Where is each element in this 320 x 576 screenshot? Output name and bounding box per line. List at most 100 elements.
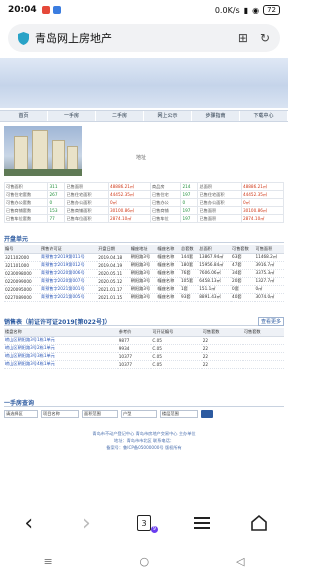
layout-select[interactable]: 户型 — [121, 410, 157, 418]
stats-label: 已售商铺套数 — [3, 206, 49, 215]
project-photo[interactable] — [4, 126, 82, 176]
table-row[interactable]: 崂山区朝阳路3号4栋1单元 10377 C.05 22 — [4, 360, 284, 369]
tabs-button[interactable]: 3 9 — [129, 508, 159, 538]
forward-arrow-icon[interactable]: › — [71, 508, 101, 538]
new-home-query: 一手房查询 请选择区 项目名称 面积范围 户型 楼层范围 — [4, 398, 284, 418]
nav-item-downloads[interactable]: 下载中心 — [240, 111, 288, 121]
table-cell: 3916.7㎡ — [254, 261, 284, 270]
table-cell[interactable]: 青预售字2019第011号 — [39, 253, 98, 262]
column-header: 总面积 — [198, 245, 232, 254]
table-cell: 7606.06㎡ — [198, 269, 232, 278]
table-row[interactable]: 0230098000 青预售字2020第006号 2020.05.11 朝阳路3号 幢座… — [4, 269, 284, 278]
main-nav: 首页 一手房 二手房 网上公示 步骤指南 下载中心 — [0, 110, 288, 122]
table-row[interactable]: 321101000 青预售字2019第012号 2019.04.19 朝阳路3号 幢座名… — [4, 261, 284, 270]
table-cell[interactable]: 青预售字2021第005号 — [39, 293, 98, 302]
page-title: 青岛网上房地产 — [35, 32, 112, 45]
table-cell: 幢座名称 — [156, 269, 181, 278]
view-more-button[interactable]: 查看更多 — [257, 316, 284, 326]
stats-value: 214 — [180, 182, 199, 191]
column-header: 参考价 — [117, 328, 152, 337]
recent-apps-icon[interactable]: ≡ — [43, 555, 52, 568]
table-cell: 144套 — [180, 253, 199, 262]
address-bar[interactable]: 青岛网上房地产 ⊞ ↻ — [8, 24, 280, 52]
floor-range-select[interactable]: 楼层范围 — [160, 410, 198, 418]
table-row[interactable]: 崂山区朝阳路3号1栋1单元 9877 C.05 22 — [4, 336, 284, 345]
stats-value: 48886.21㎡ — [107, 182, 151, 191]
stats-label: 已售商铺 — [149, 206, 182, 215]
nav-item-home[interactable]: 首页 — [0, 111, 48, 121]
browser-toolbar: ‹ › 3 9 — [0, 504, 288, 542]
home-icon[interactable] — [244, 508, 274, 538]
area-range-select[interactable]: 面积范围 — [82, 410, 118, 418]
search-icon[interactable] — [201, 410, 213, 418]
back-arrow-icon[interactable]: ‹ — [14, 508, 44, 538]
stats-row: 可售住宅套数 267 已售住宅面积 44452.35㎡ 已售住宅 197 已售住宅面积 444… — [3, 190, 285, 199]
refresh-icon[interactable]: ↻ — [260, 31, 270, 45]
table-cell: 朝阳路3号 — [129, 253, 157, 262]
table-cell[interactable]: 崂山区朝阳路3号3栋1单元 — [4, 352, 118, 361]
table-cell: 2019.04.18 — [97, 253, 130, 262]
table-cell: 朝阳路3号 — [129, 285, 157, 294]
table-cell: 0220099000 — [4, 277, 40, 286]
district-select[interactable]: 请选择区 — [4, 410, 38, 418]
table-cell: 10377 — [117, 352, 152, 361]
nav-item-resale[interactable]: 二手房 — [96, 111, 144, 121]
project-hero: 地址 — [4, 126, 284, 178]
nav-item-new-homes[interactable]: 一手房 — [48, 111, 96, 121]
table-cell: 105套 — [180, 277, 199, 286]
table-cell[interactable]: 崂山区朝阳路3号2栋1单元 — [4, 344, 118, 353]
stats-value: 77 — [47, 214, 66, 223]
table-row[interactable]: 0220099000 青预售字2020第007号 2020.05.12 朝阳路3号 幢座… — [4, 277, 284, 286]
stats-label: 已售面积 — [64, 182, 109, 191]
tabs-count: 3 — [141, 518, 147, 528]
stats-label: 可售面积 — [3, 182, 49, 191]
stats-value: 0㎡ — [107, 198, 151, 207]
table-cell[interactable]: 青预售字2020第006号 — [39, 269, 98, 278]
stats-value: 153 — [47, 206, 66, 215]
back-triangle-icon[interactable]: ◁ — [236, 555, 244, 568]
sales-section-title: 销售表（前证许可证2019[第022号]） — [4, 318, 111, 326]
home-circle-icon[interactable]: ○ — [140, 555, 150, 568]
table-cell: 幢座名称 — [156, 253, 181, 262]
table-cell: 幢座名称 — [156, 293, 181, 302]
nav-item-guide[interactable]: 步骤指南 — [192, 111, 240, 121]
table-cell: 0230098000 — [4, 269, 40, 278]
table-row[interactable]: 崂山区朝阳路3号3栋1单元 10377 C.05 22 — [4, 352, 284, 361]
stats-label: 已售车位套数 — [3, 214, 49, 223]
column-header: 编号 — [4, 245, 40, 254]
table-row[interactable]: 崂山区朝阳路3号2栋1单元 9934 C.05 22 — [4, 344, 284, 353]
stats-value: 44452.35㎡ — [240, 190, 285, 199]
tabs-badge: 9 — [150, 526, 158, 533]
table-cell: 朝阳路3号 — [129, 293, 157, 302]
table-cell: 1327.7㎡ — [254, 277, 284, 286]
stats-label: 已售商铺面积 — [64, 206, 109, 215]
table-cell[interactable]: 青预售字2019第012号 — [39, 261, 98, 270]
table-cell: 2021.01.15 — [97, 293, 130, 302]
cellular-signal-icon: ▮ — [243, 5, 249, 15]
menu-icon[interactable] — [187, 508, 217, 538]
table-cell[interactable]: 崂山区朝阳路3号4栋1单元 — [4, 360, 118, 369]
stats-label: 已售办公面积 — [64, 198, 109, 207]
table-cell — [242, 336, 284, 345]
table-cell: 朝阳路3号 — [129, 269, 157, 278]
table-row[interactable]: 0227089000 青预售字2021第005号 2021.01.15 朝阳路3号 幢座… — [4, 293, 284, 302]
table-cell: 22 — [201, 336, 243, 345]
table-cell[interactable]: 青预售字2021第001号 — [39, 285, 98, 294]
table-cell — [242, 352, 284, 361]
table-cell[interactable]: 崂山区朝阳路3号1栋1单元 — [4, 336, 118, 345]
table-cell: 3074.0㎡ — [254, 293, 284, 302]
project-name-input[interactable]: 项目名称 — [41, 410, 79, 418]
table-cell: 2021.01.17 — [97, 285, 130, 294]
stats-label: 已售住宅面积 — [64, 190, 109, 199]
table-cell: 0㎡ — [254, 285, 284, 294]
table-cell: 9877 — [117, 336, 152, 345]
bookmark-icon[interactable]: ⊞ — [238, 31, 248, 45]
table-row[interactable]: 0220095000 青预售字2021第001号 2021.01.17 朝阳路3号 幢座… — [4, 285, 284, 294]
table-cell[interactable]: 青预售字2020第007号 — [39, 277, 98, 286]
nfc-icon — [52, 6, 61, 14]
nav-item-public-notice[interactable]: 网上公示 — [144, 111, 192, 121]
stats-value: 2874.10㎡ — [240, 214, 285, 223]
column-header: 幢座地址 — [129, 245, 157, 254]
table-row[interactable]: 321102000 青预售字2019第011号 2019.04.18 朝阳路3号 幢座名… — [4, 253, 284, 262]
sales-section-header: 销售表（前证许可证2019[第022号]） 查看更多 — [4, 316, 284, 326]
